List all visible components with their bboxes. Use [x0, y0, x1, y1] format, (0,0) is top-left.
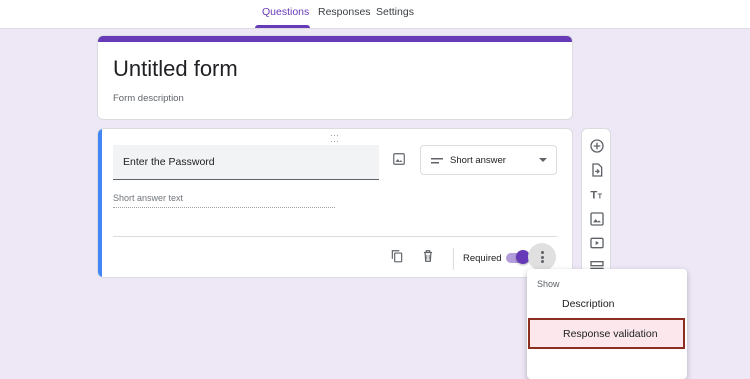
tab-questions[interactable]: Questions — [262, 6, 309, 18]
footer-divider — [113, 236, 557, 237]
active-tab-indicator — [255, 25, 310, 28]
active-question-indicator — [98, 129, 102, 277]
add-title-icon[interactable]: T T — [589, 186, 605, 202]
question-title-input[interactable]: Enter the Password — [113, 145, 379, 180]
add-question-icon[interactable] — [589, 138, 605, 154]
menu-item-description[interactable]: Description — [527, 291, 687, 317]
menu-item-label: Description — [562, 298, 615, 310]
menu-item-label: Response validation — [563, 328, 658, 340]
svg-text:T: T — [598, 192, 603, 201]
question-type-label: Short answer — [450, 155, 506, 166]
import-questions-icon[interactable] — [589, 162, 605, 178]
tab-settings[interactable]: Settings — [376, 6, 414, 18]
more-options-menu: Show Description Response validation — [527, 269, 687, 379]
answer-placeholder: Short answer text — [113, 193, 184, 203]
menu-item-response-validation[interactable]: Response validation — [528, 318, 685, 349]
question-type-dropdown[interactable]: Short answer — [420, 145, 557, 175]
answer-underline — [113, 207, 335, 208]
footer-separator — [453, 248, 454, 270]
form-title[interactable]: Untitled form — [113, 56, 238, 82]
question-title-text: Enter the Password — [123, 156, 215, 168]
top-tab-bar: Questions Responses Settings — [0, 0, 750, 29]
more-options-icon[interactable] — [528, 243, 556, 271]
form-description[interactable]: Form description — [113, 93, 184, 104]
short-answer-icon — [431, 158, 443, 164]
floating-toolbar: T T — [581, 128, 611, 278]
svg-text:T: T — [590, 190, 597, 202]
drag-handle-icon[interactable]: ⋯ ⋯ — [330, 131, 340, 146]
header-accent-strip — [98, 36, 572, 42]
tab-responses[interactable]: Responses — [318, 6, 371, 18]
duplicate-icon[interactable] — [390, 249, 404, 263]
required-label: Required — [463, 253, 502, 264]
add-image-icon[interactable] — [589, 211, 605, 227]
add-image-icon[interactable] — [392, 152, 406, 166]
delete-icon[interactable] — [421, 249, 435, 263]
add-video-icon[interactable] — [589, 235, 605, 251]
form-header-card: Untitled form Form description — [97, 35, 573, 120]
menu-header: Show — [537, 279, 560, 289]
question-card[interactable]: ⋯ ⋯ Enter the Password Short answer Short… — [97, 128, 573, 278]
chevron-down-icon — [539, 158, 547, 162]
